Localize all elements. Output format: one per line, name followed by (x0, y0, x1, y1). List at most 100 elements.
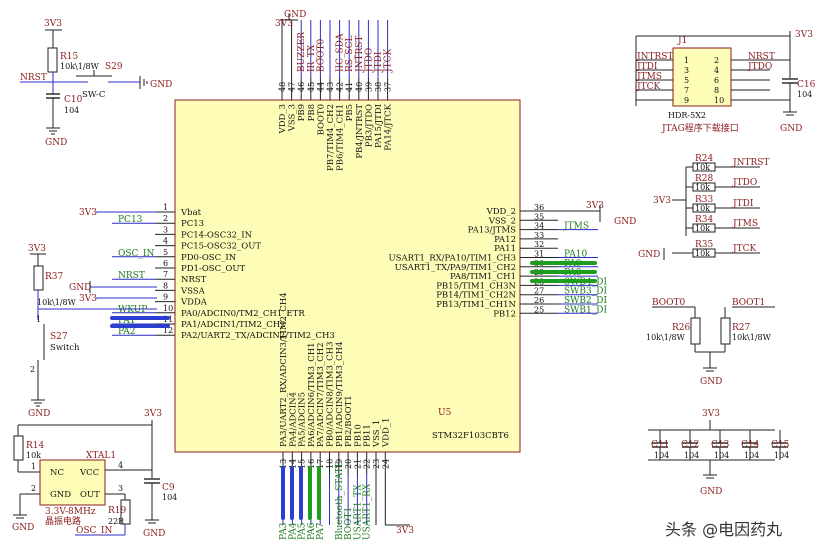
mcu-left-pin-num: 5 (163, 248, 168, 257)
decoup-cap-ref: C13 (711, 440, 730, 450)
mcu-top-pin-name: PB4/JNTRST (355, 104, 365, 159)
jtag-left-pin-num: 5 (684, 76, 689, 85)
jtag-c-val: 104 (797, 90, 812, 99)
jtag-left-pin-num: 9 (684, 96, 689, 105)
mcu-left-net: PA2 (118, 327, 135, 337)
decoup-cap-val: 104 (654, 451, 669, 460)
pullup-val: 10k (695, 163, 710, 172)
decoup-cap-ref: C15 (771, 440, 790, 450)
mcu-top-pin-name: PB8 (307, 104, 317, 121)
decoup-cap-ref: C11 (651, 440, 669, 450)
xtal-pin3: 3 (118, 484, 123, 493)
mcu-top-pin-num: 48 (278, 82, 287, 92)
xtal-nc: NC (50, 468, 64, 478)
decoup-3v3-label: 3V3 (702, 409, 720, 419)
pullup-ref: R28 (695, 174, 714, 184)
mcu-ref: U5 (438, 408, 452, 418)
vdda-3v3-label: 3V3 (79, 294, 97, 304)
mcu-part: STM32F103CBT6 (432, 431, 509, 441)
mcu-left-pin-name: NRST (181, 275, 207, 285)
jtag-left-net: JTCK (636, 82, 660, 92)
reset-sw-ref: S29 (105, 62, 123, 72)
jtag-right-pin-num: 2 (714, 56, 719, 65)
mcu-top-net: IR_TX (307, 44, 317, 72)
vssa-gnd-label: GND (69, 283, 91, 293)
wkup-resistor (33, 265, 44, 291)
jtag-part: HDR-5X2 (668, 111, 706, 120)
mcu-top-pin-name: PA15/JTDI (374, 104, 384, 148)
mcu-top-pin-name: PB6/TIM4_CH1 (336, 104, 346, 171)
mcu-left-net: NRST (118, 271, 145, 281)
xtal-r-val: 10k (26, 451, 41, 460)
wkup-sw-val: Switch (50, 343, 80, 353)
boot-gnd-label: GND (700, 377, 722, 387)
mcu-bottom-net: PA7 (316, 522, 326, 540)
xtal-desc-cn: 晶振电路 (45, 515, 81, 527)
reset-c-val: 104 (64, 106, 79, 115)
mcu-top-pin-name: PB3/JTDO (364, 104, 374, 147)
xtal-pin2: 2 (31, 484, 36, 493)
mcu-bottom-pin-num: 23 (372, 459, 381, 469)
mcu-top-net: BOOT0 (316, 38, 326, 72)
mcu-left-pin-name: VDDA (180, 298, 208, 308)
schematic: 1 Vbat 2 PC13 PC13 3 PC14-OSC32_IN 4 PC15-OSC32_… (12, 10, 816, 540)
mcu-right-pin-num: 31 (534, 250, 544, 259)
mcu-top-pin-num: 47 (288, 82, 297, 92)
jtag-left-pin-num: 3 (684, 66, 689, 75)
pullup-ref: R35 (695, 240, 714, 250)
xtal-cap-gnd-label: GND (143, 529, 165, 539)
mcu-left-pin-num: 6 (163, 259, 168, 268)
jtag-c-ref: C16 (797, 80, 816, 90)
pullup-val: 10k (695, 249, 710, 258)
reset-gnd-label: GND (45, 138, 67, 148)
mcu-top-net: RS_SCL (345, 36, 355, 72)
mcu-top-pin-num: 41 (345, 82, 354, 92)
top-gnd-label: GND (284, 10, 306, 20)
mcu-left-pin-num: 4 (163, 237, 168, 246)
xtal-desc: 3.3V-8MHz (45, 507, 96, 517)
pullup-ref: R34 (695, 215, 714, 225)
mcu-left-pin-num: 2 (163, 214, 168, 223)
vdd2-3v3-label: 3V3 (586, 201, 604, 211)
mcu-left-pin-name: PA2/UART2_TX/ADCIN2/TIM2_CH3 (181, 331, 335, 341)
mcu-bottom-pin-num: 21 (353, 459, 362, 469)
mcu-bottom-pin-name: VDD_1 (381, 418, 391, 448)
mcu-top-net: JTCK (384, 49, 394, 73)
jtag-left-net: JNTRST (636, 52, 673, 62)
mcu-top-pin-name: PB9 (297, 104, 307, 121)
pullup-ref: R33 (695, 195, 714, 205)
pullup-net: JTDI (732, 199, 754, 209)
pullup-3v3-label: 3V3 (653, 196, 671, 206)
xtal-vcc: VCC (79, 468, 99, 478)
jtag-right-pin-num: 10 (714, 96, 724, 105)
reset-c-ref: C10 (64, 95, 83, 105)
pullup-net: JTCK (732, 244, 756, 254)
mcu-top-pin-name: VDD_3 (278, 104, 288, 134)
pullup-net: JTMS (732, 219, 758, 229)
mcu-left-pin-name: PD0-OSC_IN (181, 253, 237, 263)
decoup-gnd-label: GND (700, 487, 722, 497)
xtal-pullup-resistor (13, 435, 24, 461)
xtal-osc-net: OSC_IN (76, 526, 112, 536)
wkup-r-val: 10k\1/8W (37, 298, 77, 307)
top-3v3-label: 3V3 (275, 19, 293, 29)
xtal-3v3-label: 3V3 (144, 409, 162, 419)
mcu-right-pin-num: 27 (534, 287, 544, 296)
xtal-c-val: 104 (162, 493, 177, 502)
mcu-left-net: PC13 (118, 215, 143, 225)
jtag-ref: J1 (677, 36, 687, 46)
decoup-cap-val: 104 (744, 451, 759, 460)
watermark: 头条 @电因药丸 (665, 520, 782, 539)
mcu-right-pin-num: 26 (534, 296, 544, 305)
mcu-bottom-pin-num: 22 (363, 459, 372, 469)
mcu-right-pin-name: PB12 (493, 309, 516, 319)
mcu-left-pin-num: 9 (163, 293, 168, 302)
jtag-right-pin-num: 8 (714, 86, 719, 95)
jtag-desc: JTAG程序下载接口 (661, 122, 739, 134)
xtal-gnd-label: GND (12, 523, 34, 533)
mcu-left-pin-name: PA1/ADCIN1/TIM2_CH2 (181, 320, 286, 330)
mcu-top-pin-num: 42 (336, 82, 345, 92)
boot1-r-val: 10k\1/8W (732, 333, 772, 342)
mcu-top-pin-num: 40 (355, 82, 364, 92)
pullup-val: 10k (695, 183, 710, 192)
